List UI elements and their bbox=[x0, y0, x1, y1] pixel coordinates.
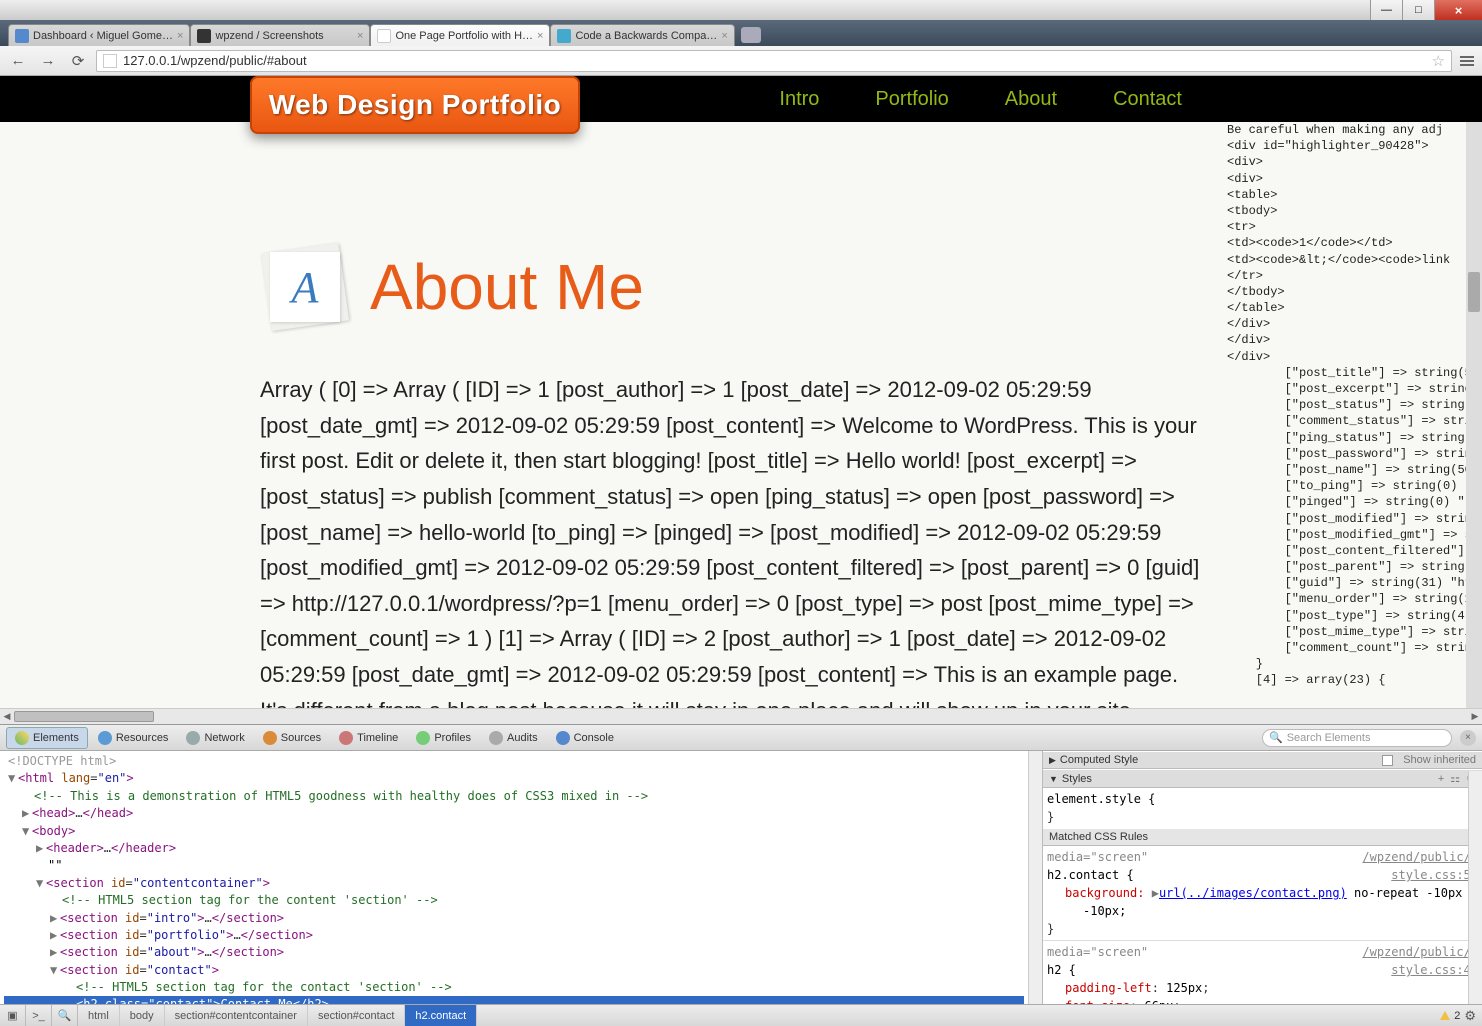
styles-scrollbar[interactable] bbox=[1468, 771, 1482, 1004]
devtools-tab-timeline[interactable]: Timeline bbox=[331, 728, 406, 748]
about-body-text: Array ( [0] => Array ( [ID] => 1 [post_a… bbox=[260, 372, 1206, 708]
tab-close-icon[interactable]: × bbox=[177, 30, 183, 42]
browser-tab[interactable]: Dashboard ‹ Miguel Gome… × bbox=[8, 24, 190, 46]
breadcrumb[interactable]: h2.contact bbox=[405, 1005, 477, 1026]
inspect-button[interactable]: 🔍 bbox=[52, 1005, 78, 1026]
forward-button[interactable]: → bbox=[36, 49, 60, 73]
devtools-close-button[interactable]: × bbox=[1460, 730, 1476, 746]
tab-title: wpzend / Screenshots bbox=[215, 30, 353, 42]
style-rule[interactable]: media="screen"/wpzend/public/# h2 {style… bbox=[1043, 940, 1482, 1004]
page-icon bbox=[103, 54, 117, 68]
bookmark-icon[interactable]: ☆ bbox=[1432, 52, 1445, 70]
add-rule-icon[interactable]: + bbox=[1438, 773, 1444, 785]
nav-about[interactable]: About bbox=[1005, 88, 1057, 111]
nav-contact[interactable]: Contact bbox=[1113, 88, 1182, 111]
back-button[interactable]: ← bbox=[6, 49, 30, 73]
selected-element[interactable]: <h2 class="contact">Contact Me</h2> bbox=[4, 996, 1024, 1004]
scroll-right-icon[interactable]: ▶ bbox=[1468, 709, 1482, 724]
site-header: Web Design Portfolio Intro Portfolio Abo… bbox=[0, 76, 1482, 122]
devtools-tab-elements[interactable]: Elements bbox=[6, 727, 88, 749]
tab-title: One Page Portfolio with H… bbox=[395, 30, 533, 42]
elements-tree[interactable]: <!DOCTYPE html> ▼<html lang="en"> <!-- T… bbox=[0, 751, 1028, 1004]
devtools-tab-console[interactable]: Console bbox=[548, 728, 622, 748]
maximize-button[interactable]: □ bbox=[1402, 0, 1434, 20]
about-heading: About Me bbox=[370, 250, 644, 324]
window-titlebar: — □ × bbox=[0, 0, 1482, 20]
minimize-button[interactable]: — bbox=[1370, 0, 1402, 20]
devtools-toolbar: Elements Resources Network Sources Timel… bbox=[0, 725, 1482, 751]
styles-header[interactable]: ▼Styles+⚏⚙ bbox=[1043, 769, 1482, 788]
favicon-icon bbox=[197, 29, 211, 43]
devtools-statusbar: ▣ >_ 🔍 html body section#contentcontaine… bbox=[0, 1004, 1482, 1026]
source-link[interactable]: /wpzend/public/# bbox=[1362, 943, 1478, 961]
devtools-tab-sources[interactable]: Sources bbox=[255, 728, 329, 748]
debug-overlay: Be careful when making any adj <div id="… bbox=[1227, 122, 1482, 708]
style-rule[interactable]: media="screen"/wpzend/public/# h2.contac… bbox=[1043, 846, 1482, 940]
breadcrumb[interactable]: section#contact bbox=[308, 1005, 405, 1026]
close-button[interactable]: × bbox=[1434, 0, 1482, 20]
devtools-tab-resources[interactable]: Resources bbox=[90, 728, 177, 748]
console-toggle-button[interactable]: >_ bbox=[26, 1005, 52, 1026]
browser-window: — □ × Dashboard ‹ Miguel Gome… × wpzend … bbox=[0, 0, 1482, 1026]
tab-title: Code a Backwards Compa… bbox=[575, 30, 717, 42]
wrench-menu-button[interactable] bbox=[1458, 56, 1476, 66]
style-rule[interactable]: element.style { } bbox=[1043, 788, 1482, 828]
source-link[interactable]: style.css:54 bbox=[1391, 866, 1478, 884]
warning-count: 2 bbox=[1454, 1010, 1460, 1022]
dock-button[interactable]: ▣ bbox=[0, 1005, 26, 1026]
devtools-tab-audits[interactable]: Audits bbox=[481, 728, 546, 748]
devtools-panel: Elements Resources Network Sources Timel… bbox=[0, 724, 1482, 1026]
about-icon bbox=[260, 242, 350, 332]
favicon-icon bbox=[557, 29, 571, 43]
devtools-tab-network[interactable]: Network bbox=[178, 728, 252, 748]
site-nav: Intro Portfolio About Contact bbox=[779, 88, 1482, 111]
source-link[interactable]: style.css:48 bbox=[1391, 961, 1478, 979]
site-logo[interactable]: Web Design Portfolio bbox=[250, 76, 580, 134]
matched-rules-header: Matched CSS Rules bbox=[1043, 828, 1482, 846]
tab-title: Dashboard ‹ Miguel Gome… bbox=[33, 30, 173, 42]
address-bar[interactable]: 127.0.0.1/wpzend/public/#about ☆ bbox=[96, 50, 1452, 72]
browser-tab[interactable]: One Page Portfolio with H… × bbox=[370, 24, 550, 46]
browser-tab[interactable]: Code a Backwards Compa… × bbox=[550, 24, 734, 46]
horizontal-scrollbar[interactable]: ◀ ▶ bbox=[0, 708, 1482, 724]
styles-pane: ▶Computed StyleShow inherited ▼Styles+⚏⚙… bbox=[1042, 751, 1482, 1004]
reload-button[interactable]: ⟳ bbox=[66, 49, 90, 73]
devtools-search-input[interactable]: 🔍 Search Elements bbox=[1262, 729, 1452, 747]
tab-close-icon[interactable]: × bbox=[537, 30, 543, 42]
toggle-states-icon[interactable]: ⚏ bbox=[1450, 772, 1460, 785]
favicon-icon bbox=[377, 29, 391, 43]
new-tab-button[interactable] bbox=[741, 27, 761, 43]
warning-icon[interactable] bbox=[1440, 1011, 1450, 1020]
scroll-left-icon[interactable]: ◀ bbox=[0, 709, 14, 724]
show-inherited-checkbox[interactable] bbox=[1382, 755, 1393, 766]
browser-tabbar: Dashboard ‹ Miguel Gome… × wpzend / Scre… bbox=[0, 20, 1482, 46]
source-link[interactable]: /wpzend/public/# bbox=[1362, 848, 1478, 866]
tab-close-icon[interactable]: × bbox=[357, 30, 363, 42]
tab-close-icon[interactable]: × bbox=[721, 30, 727, 42]
favicon-icon bbox=[15, 29, 29, 43]
settings-icon[interactable]: ⚙ bbox=[1464, 1008, 1476, 1024]
breadcrumb[interactable]: body bbox=[120, 1005, 165, 1026]
devtools-tab-profiles[interactable]: Profiles bbox=[408, 728, 479, 748]
url-text: 127.0.0.1/wpzend/public/#about bbox=[123, 53, 307, 68]
browser-tab[interactable]: wpzend / Screenshots × bbox=[190, 24, 370, 46]
vertical-scrollbar[interactable] bbox=[1466, 122, 1482, 708]
scroll-thumb[interactable] bbox=[14, 711, 154, 722]
nav-portfolio[interactable]: Portfolio bbox=[875, 88, 948, 111]
nav-intro[interactable]: Intro bbox=[779, 88, 819, 111]
breadcrumb[interactable]: section#contentcontainer bbox=[165, 1005, 308, 1026]
page-viewport: Web Design Portfolio Intro Portfolio Abo… bbox=[0, 76, 1482, 724]
elements-scrollbar[interactable] bbox=[1028, 751, 1042, 1004]
breadcrumb[interactable]: html bbox=[78, 1005, 120, 1026]
computed-style-header[interactable]: ▶Computed StyleShow inherited bbox=[1043, 751, 1482, 769]
url-bar: ← → ⟳ 127.0.0.1/wpzend/public/#about ☆ bbox=[0, 46, 1482, 76]
